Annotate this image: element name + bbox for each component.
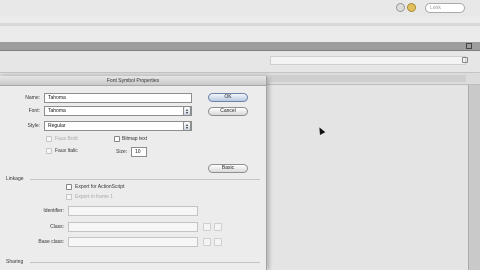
stage-area[interactable]	[268, 85, 468, 270]
font-select[interactable]: Tahoma ▴ ▾	[44, 106, 192, 116]
dialog-title: Font Symbol Properties	[0, 76, 266, 86]
bitmap-text-checkbox[interactable]	[114, 136, 120, 142]
edit-class-icon[interactable]	[214, 223, 222, 231]
edit-bar-field	[270, 56, 466, 65]
style-label: Style:	[27, 123, 40, 129]
document-tab-bar	[0, 42, 480, 51]
base-class-field[interactable]	[68, 237, 198, 247]
faux-italic-checkbox[interactable]	[46, 148, 52, 154]
linkage-section-label: Linkage	[6, 176, 24, 182]
font-select-value: Tahoma	[48, 108, 66, 114]
faux-bold-label: Faux Bold	[55, 136, 78, 142]
name-label: Name:	[25, 95, 40, 101]
size-label: Size:	[116, 149, 128, 155]
identifier-field[interactable]	[68, 206, 198, 216]
edit-base-class-icon[interactable]	[214, 238, 222, 246]
edit-bar	[0, 51, 480, 73]
class-label: Class:	[50, 224, 64, 230]
chevron-updown-icon[interactable]: ▴ ▾	[183, 106, 191, 116]
name-field[interactable]: Tahoma	[44, 93, 192, 103]
class-field[interactable]	[68, 222, 198, 232]
faux-bold-checkbox[interactable]	[46, 136, 52, 142]
app-divider	[0, 23, 480, 26]
validate-class-icon[interactable]	[203, 223, 211, 231]
export-actionscript-label: Export for ActionScript	[75, 184, 125, 190]
validate-base-class-icon[interactable]	[203, 238, 211, 246]
linkage-divider	[30, 179, 260, 180]
font-label: Font:	[28, 108, 40, 114]
export-actionscript-checkbox[interactable]	[66, 184, 72, 190]
export-frame-checkbox[interactable]	[66, 194, 72, 200]
faux-italic-label: Faux Italic	[55, 148, 78, 154]
panel-toggle-icon[interactable]	[462, 57, 468, 63]
chevron-updown-icon[interactable]: ▴ ▾	[183, 121, 191, 131]
size-field[interactable]: 10	[131, 147, 147, 157]
search-input[interactable]: Look	[425, 3, 465, 13]
vertical-scrollbar[interactable]	[468, 85, 480, 270]
cancel-button[interactable]: Cancel	[208, 107, 248, 116]
refresh-icon[interactable]	[396, 3, 405, 12]
timeline-track	[270, 75, 466, 82]
base-class-label: Base class:	[38, 239, 64, 245]
top-bar-icons	[396, 3, 416, 12]
window-control-icon[interactable]	[466, 43, 472, 49]
style-select-value: Regular	[48, 123, 66, 129]
ok-button[interactable]: OK	[208, 93, 248, 102]
status-icon[interactable]	[407, 3, 416, 12]
sharing-divider	[30, 262, 260, 263]
font-symbol-properties-dialog: Font Symbol Properties Name: Tahoma Font…	[0, 76, 267, 270]
app-top-bar: Look	[0, 0, 480, 16]
style-select[interactable]: Regular ▴ ▾	[44, 121, 192, 131]
bitmap-text-label: Bitmap text	[122, 136, 148, 142]
sharing-section-label: Sharing	[6, 259, 24, 265]
export-frame-label: Export in frame 1	[75, 194, 114, 200]
identifier-label: Identifier:	[43, 208, 64, 214]
basic-button[interactable]: Basic	[208, 164, 248, 173]
